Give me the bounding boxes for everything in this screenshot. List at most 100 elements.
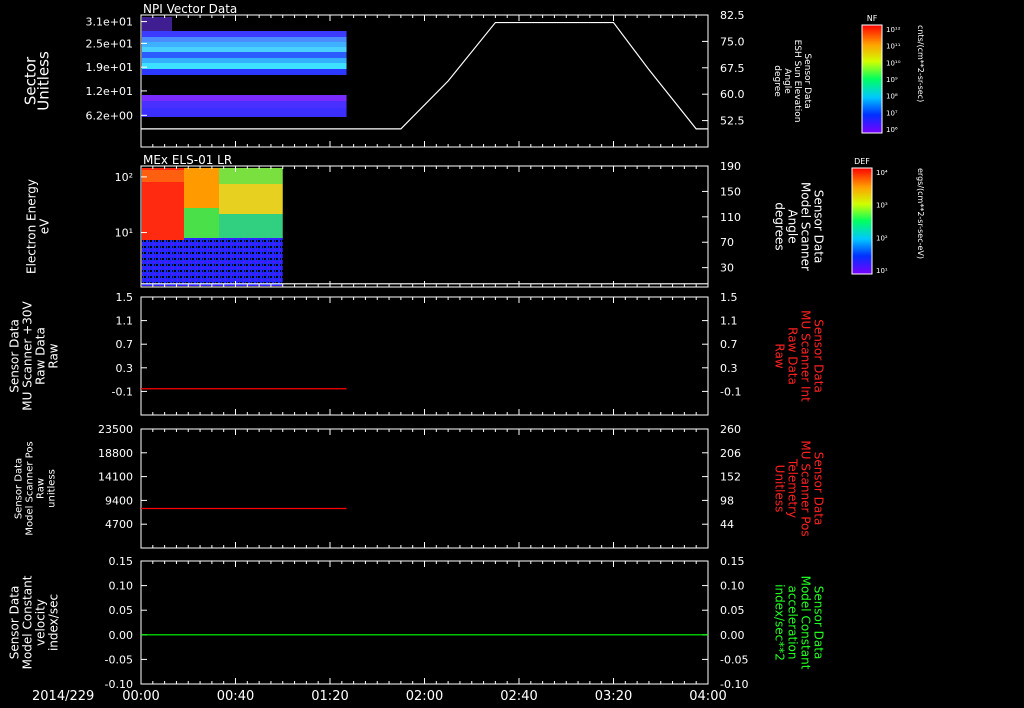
y-axis-label-line: Sensor Data: [8, 586, 22, 660]
spectrogram-band: [142, 52, 347, 58]
y2-tick-label: 98: [720, 494, 734, 507]
y2-axis-label-line: Model Constant: [799, 576, 813, 670]
y-tick-label: 10²: [115, 171, 133, 184]
y-axis-label-line: index/sec: [47, 594, 61, 651]
time-tick-label: 03:20: [595, 689, 632, 704]
date-label: 2014/229: [32, 689, 94, 704]
y-axis-label-line: Electron Energy: [25, 179, 39, 274]
panel-2: MEx ELS-01 LR 10² 10¹ 190 150 110 70 30 Electron…: [25, 153, 826, 288]
y2-tick-label: 0.3: [720, 362, 738, 375]
colorbar-1: NF cnts/(cm**2-sr-sec) 10¹² 10¹¹ 10¹⁰ 10⁹ 10…: [861, 14, 925, 134]
y-axis-label-line: Sensor Data: [14, 458, 25, 519]
y2-tick-label: 0.10: [720, 580, 745, 593]
y2-axis-label-line: degree: [772, 65, 782, 97]
y2-tick-label: 1.1: [720, 315, 738, 328]
y2-axis-label: Sensor DataMU Scanner PosTelemetryUnitle…: [773, 440, 826, 536]
colorbar-tick-label: 10⁸: [886, 93, 898, 101]
panel-frame: [140, 560, 709, 685]
y2-axis-label-line: Angle: [786, 209, 800, 243]
y2-axis-label-line: Model Scanner: [799, 182, 813, 271]
panel-frame: [140, 428, 709, 549]
panel-title: NPI Vector Data: [143, 2, 237, 16]
y-tick-label: 6.2e+00: [86, 109, 133, 122]
spectrogram-band: [142, 17, 172, 31]
time-tick-label: 00:40: [217, 689, 254, 704]
panel-5: 0.150.100.050.00-0.05-0.100.150.100.050.…: [8, 555, 826, 691]
colorbar-1-unit: cnts/(cm**2-sr-sec): [916, 25, 925, 102]
y-axis-label-line: Raw Data: [34, 327, 48, 385]
y-tick-label: 9400: [105, 494, 133, 507]
y-tick-label: 0.00: [109, 629, 134, 642]
y2-tick-label: -0.05: [720, 653, 748, 666]
y-axis-label-line: MU Scanner +30V: [21, 301, 35, 411]
y2-axis-label: Sensor DataModel ScannerAngledegrees: [773, 182, 826, 271]
y2-axis-label-line: MU Scanner Int: [799, 310, 813, 402]
npi-spectrogram: [142, 17, 347, 117]
time-tick-label: 00:00: [122, 689, 159, 704]
y-tick-label: 18800: [98, 447, 133, 460]
colorbar-tick-label: 10⁷: [886, 109, 898, 117]
spectrogram-band: [219, 214, 283, 238]
spectrogram-band: [142, 37, 347, 42]
y2-axis-label-line: acceleration: [786, 586, 800, 660]
y2-axis-label-line: Sensor Data: [812, 586, 826, 660]
y-tick-label: 1.5: [116, 291, 134, 304]
spectrogram-band: [184, 168, 219, 208]
y2-tick-label: 52.5: [720, 115, 745, 128]
y2-axis-label: Sensor DataESH Sun ElevationAngledegree: [772, 40, 812, 123]
colorbar-2-unit: ergs/(cm**2-sr-sec-eV): [916, 168, 925, 259]
y-axis-label: Sensor DataModel Constantvelocityindex/s…: [8, 575, 61, 669]
colorbar-tick-label: 10²: [876, 234, 888, 242]
spectrogram-band: [184, 208, 219, 238]
y-axis-label-line: Model Constant: [21, 575, 35, 669]
y-tick-label: 0.3: [116, 362, 134, 375]
panel-3: 1.5 1.1 0.7 0.3 -0.1 1.5 1.1 0.7 0.3 -0.1 Sensor D…: [8, 291, 826, 416]
spectrogram-band: [142, 58, 347, 63]
y2-axis-label-line: Unitless: [773, 465, 787, 513]
time-axis-labels: 00:00 00:40 01:20 02:00 02:40 03:20 04:00: [122, 689, 726, 704]
colorbar-tick-label: 10¹: [876, 267, 888, 275]
time-tick-label: 01:20: [311, 689, 348, 704]
y2-axis-label-line: index/sec**2: [773, 584, 787, 661]
y2-tick-label: 110: [720, 211, 741, 224]
y2-axis-label-line: Sensor Data: [812, 452, 826, 526]
y-tick-label: 0.15: [109, 555, 134, 568]
y-axis-label-line: eV: [38, 218, 52, 234]
y-tick-label: 3.1e+01: [86, 16, 133, 29]
y-axis-label: Sensor DataMU Scanner +30VRaw DataRaw: [8, 301, 61, 411]
y2-tick-label: 152: [720, 471, 741, 484]
colorbar-tick-label: 10⁹: [886, 76, 898, 84]
y-tick-label: 14100: [98, 471, 133, 484]
y2-tick-label: 260: [720, 423, 741, 436]
colorbar-tick-label: 10¹²: [886, 26, 901, 34]
y-tick-label: -0.05: [105, 653, 133, 666]
spectrogram-band: [219, 184, 283, 214]
spectrogram-band: [142, 108, 347, 117]
y2-axis-label-line: Raw Data: [786, 327, 800, 385]
y2-tick-label: 0.7: [720, 338, 738, 351]
y2-axis-label-line: Telemetry: [786, 458, 800, 518]
time-tick-label: 02:00: [406, 689, 443, 704]
spectrogram-band: [142, 95, 347, 101]
panel-title: MEx ELS-01 LR: [143, 153, 232, 167]
time-tick-label: 02:40: [500, 689, 537, 704]
y-tick-label: 4700: [105, 518, 133, 531]
y-tick-label: 2.5e+01: [86, 37, 133, 50]
y2-tick-label: 44: [720, 518, 734, 531]
y2-tick-label: 206: [720, 447, 741, 460]
colorbar-1-title: NF: [867, 14, 878, 23]
colorbar-tick-label: 10⁴: [876, 169, 888, 177]
colorbar-tick-label: 10⁶: [886, 126, 898, 134]
y2-axis-label: Sensor DataModel Constantaccelerationind…: [773, 576, 826, 670]
y2-tick-label: 1.5: [720, 291, 738, 304]
colorbar-tick-label: 10³: [876, 202, 888, 210]
y2-axis-label-line: Sensor Data: [812, 190, 826, 264]
panel-frame: [140, 296, 709, 416]
spectrogram-band: [142, 69, 347, 75]
spectrogram-band: [142, 236, 283, 286]
y2-axis-label-line: ESH Sun Elevation: [792, 40, 802, 123]
spectrogram-band: [142, 101, 347, 108]
y2-tick-label: 82.5: [720, 9, 745, 22]
y-tick-label: -0.1: [112, 385, 133, 398]
y-tick-label: 1.9e+01: [86, 61, 133, 74]
